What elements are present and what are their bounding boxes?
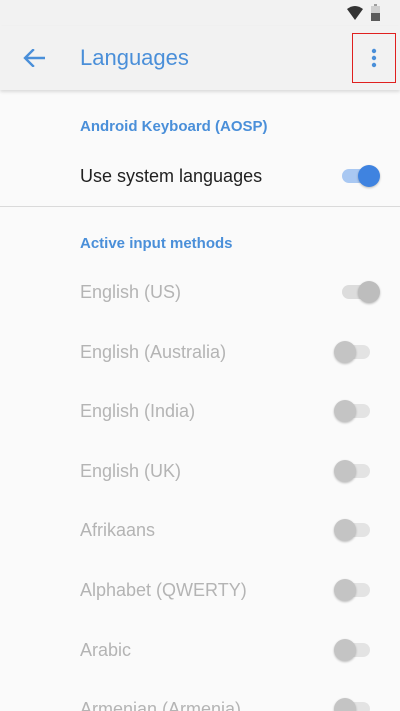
- input-method-row[interactable]: Arabic: [0, 621, 400, 679]
- switch-thumb: [358, 281, 380, 303]
- more-vert-icon: [371, 48, 377, 68]
- input-method-switch[interactable]: [334, 398, 374, 424]
- section-divider: [0, 206, 400, 207]
- input-method-row[interactable]: Afrikaans: [0, 501, 400, 559]
- switch-thumb: [334, 341, 356, 363]
- switch-thumb: [334, 460, 356, 482]
- switch-thumb: [334, 579, 356, 601]
- input-method-switch[interactable]: [334, 458, 374, 484]
- input-method-label: Arabic: [80, 640, 132, 660]
- switch-thumb: [334, 698, 356, 711]
- wifi-icon: [347, 6, 363, 20]
- battery-icon: [371, 4, 380, 21]
- input-method-label: English (UK): [80, 461, 182, 481]
- active-methods-section-header: Active input methods: [80, 235, 233, 252]
- input-method-row[interactable]: English (US): [0, 263, 400, 321]
- input-method-row[interactable]: Alphabet (QWERTY): [0, 561, 400, 619]
- use-system-languages-label: Use system languages: [80, 166, 263, 186]
- switch-thumb: [334, 639, 356, 661]
- switch-thumb: [334, 400, 356, 422]
- input-method-switch[interactable]: [334, 696, 374, 711]
- input-method-switch[interactable]: [334, 339, 374, 365]
- arrow-left-icon: [23, 49, 45, 67]
- input-method-label: English (Australia): [80, 342, 227, 362]
- input-method-switch[interactable]: [340, 279, 380, 305]
- input-method-row[interactable]: English (Australia): [0, 323, 400, 381]
- more-options-button[interactable]: [352, 33, 396, 83]
- app-bar: Languages: [0, 26, 400, 90]
- input-method-label: Alphabet (QWERTY): [80, 580, 247, 600]
- input-method-switch[interactable]: [334, 637, 374, 663]
- languages-screen: Languages Android Keyboard (AOSP) Use sy…: [0, 0, 400, 711]
- use-system-languages-row[interactable]: Use system languages: [0, 147, 400, 205]
- status-bar: [0, 0, 400, 26]
- use-system-languages-switch[interactable]: [340, 163, 380, 189]
- input-method-label: English (US): [80, 282, 182, 302]
- keyboard-section-header: Android Keyboard (AOSP): [80, 118, 268, 135]
- switch-thumb: [358, 165, 380, 187]
- back-button[interactable]: [14, 38, 54, 78]
- input-method-label: Armenian (Armenia): [80, 699, 242, 711]
- switch-thumb: [334, 519, 356, 541]
- input-method-row[interactable]: Armenian (Armenia): [0, 680, 400, 711]
- input-method-row[interactable]: English (UK): [0, 442, 400, 500]
- input-method-label: English (India): [80, 401, 196, 421]
- input-method-row[interactable]: English (India): [0, 382, 400, 440]
- input-method-switch[interactable]: [334, 517, 374, 543]
- page-title: Languages: [80, 45, 189, 70]
- input-method-switch[interactable]: [334, 577, 374, 603]
- input-method-label: Afrikaans: [80, 520, 156, 540]
